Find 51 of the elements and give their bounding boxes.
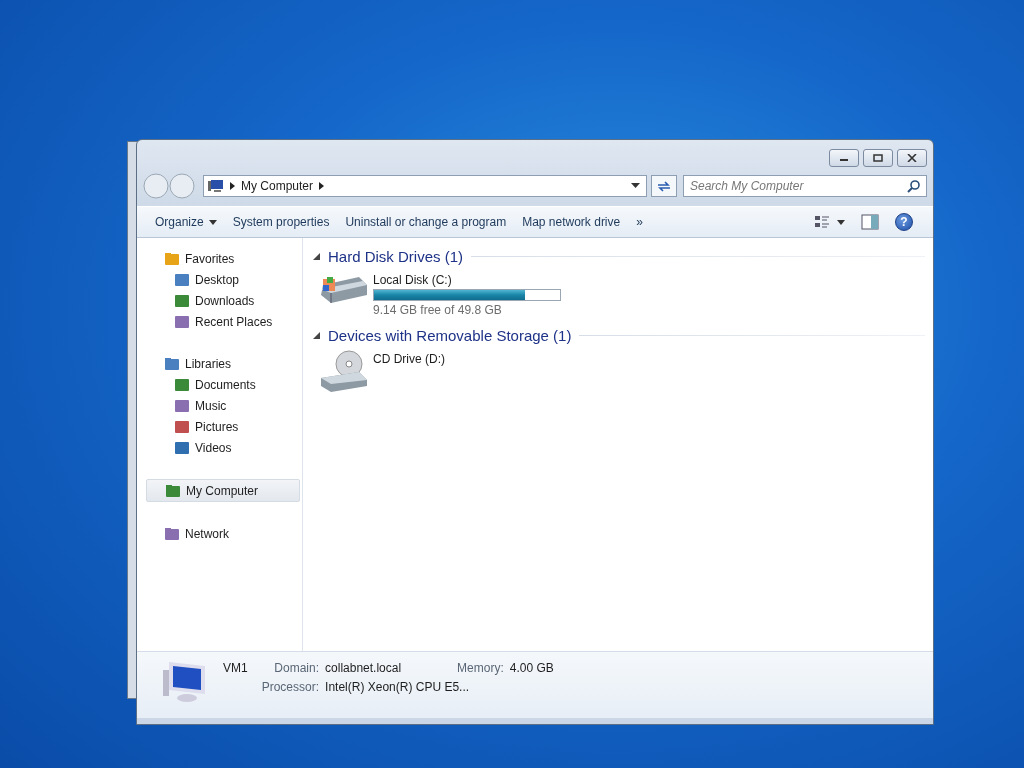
drive-name: CD Drive (D:) [373, 352, 445, 366]
chevron-icon[interactable] [319, 182, 325, 190]
toolbar-button[interactable]: Uninstall or change a program [345, 215, 507, 229]
close-button[interactable] [897, 149, 927, 167]
detail-value: collabnet.local [325, 661, 402, 675]
nav-item[interactable]: Recent Places [146, 311, 302, 332]
dropdown-icon[interactable] [631, 183, 640, 189]
nav-item[interactable]: Videos [146, 437, 302, 458]
computer-icon [208, 179, 224, 193]
search-icon[interactable] [907, 180, 920, 193]
refresh-icon [656, 179, 672, 193]
maximize-button[interactable] [863, 149, 893, 167]
collapse-icon[interactable] [313, 253, 320, 260]
drive-space-text: 9.14 GB free of 49.8 GB [373, 303, 503, 317]
detail-value: 4.00 GB [509, 661, 554, 675]
drive-name: Local Disk (C:) [373, 273, 453, 287]
toolbar-button[interactable]: Organize [155, 215, 217, 229]
nav-item[interactable]: Favorites [146, 248, 302, 269]
detail-value: Intel(R) Xeon(R) CPU E5... [325, 680, 471, 694]
more-commands-button[interactable]: » [636, 215, 643, 229]
search-field[interactable]: Search My Computer [683, 175, 927, 197]
cd-drive-icon [319, 350, 369, 392]
toolbar-button[interactable]: System properties [232, 215, 330, 229]
detail-label: Memory: [457, 661, 504, 675]
nav-item[interactable]: Network [146, 523, 302, 544]
collapse-icon[interactable] [313, 332, 320, 339]
computer-name: VM1 [223, 660, 248, 675]
drive-item[interactable]: Local Disk (C:) 9.14 GB free of 49.8 GB [313, 265, 569, 323]
minimize-button[interactable] [829, 149, 859, 167]
address-bar[interactable]: My Computer [203, 175, 647, 197]
nav-item[interactable]: Documents [146, 374, 302, 395]
close-icon [907, 154, 917, 162]
refresh-button[interactable] [651, 175, 677, 197]
nav-item[interactable]: Desktop [146, 269, 302, 290]
toolbar-button[interactable]: Map network drive [522, 215, 621, 229]
nav-item[interactable]: Music [146, 395, 302, 416]
dropdown-icon [208, 219, 217, 225]
view-options-icon[interactable] [815, 215, 845, 229]
nav-item[interactable]: My Computer [146, 479, 300, 502]
nav-item[interactable]: Libraries [146, 353, 302, 374]
nav-item[interactable]: Pictures [146, 416, 302, 437]
preview-pane-icon[interactable] [861, 214, 879, 230]
drive-item[interactable]: CD Drive (D:) [313, 344, 569, 398]
maximize-icon [873, 154, 883, 162]
detail-label: Processor: [261, 680, 320, 694]
group-header[interactable]: Devices with Removable Storage (1) [328, 327, 572, 344]
nav-item[interactable]: Downloads [146, 290, 302, 311]
group-header[interactable]: Hard Disk Drives (1) [328, 248, 463, 265]
address-path[interactable]: My Computer [241, 179, 314, 193]
chevron-icon[interactable] [230, 182, 235, 190]
detail-label: Domain: [273, 661, 320, 675]
